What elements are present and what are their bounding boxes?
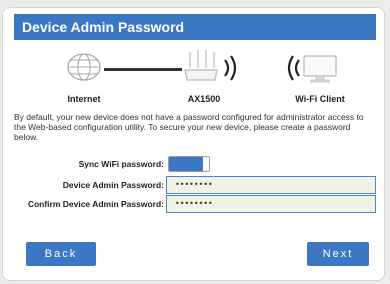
- confirm-password-field[interactable]: ••••••••: [166, 195, 376, 213]
- client-label: Wi-Fi Client: [295, 94, 345, 104]
- next-button[interactable]: Next: [307, 242, 369, 266]
- page-title: Device Admin Password: [14, 14, 376, 40]
- globe-icon: [67, 53, 101, 81]
- wifi-signal-icon: [224, 55, 237, 81]
- connection-diagram: Internet AX1500 Wi-Fi Client: [0, 50, 390, 110]
- setup-wizard-panel: [2, 7, 385, 281]
- back-button[interactable]: Back: [26, 242, 96, 266]
- admin-password-label: Device Admin Password:: [62, 180, 164, 190]
- wifi-signal-icon: [287, 55, 300, 81]
- router-icon: [184, 50, 218, 81]
- toggle-on-indicator: [169, 157, 203, 171]
- router-label: AX1500: [187, 94, 221, 104]
- sync-wifi-label: Sync WiFi password:: [78, 159, 164, 169]
- confirm-password-label: Confirm Device Admin Password:: [27, 199, 164, 209]
- internet-label: Internet: [67, 94, 101, 104]
- admin-password-field[interactable]: ••••••••: [166, 176, 376, 194]
- description-text: By default, your new device does not hav…: [14, 112, 364, 142]
- monitor-icon: [303, 55, 337, 83]
- connection-line: [104, 68, 182, 71]
- sync-wifi-toggle[interactable]: [168, 156, 210, 172]
